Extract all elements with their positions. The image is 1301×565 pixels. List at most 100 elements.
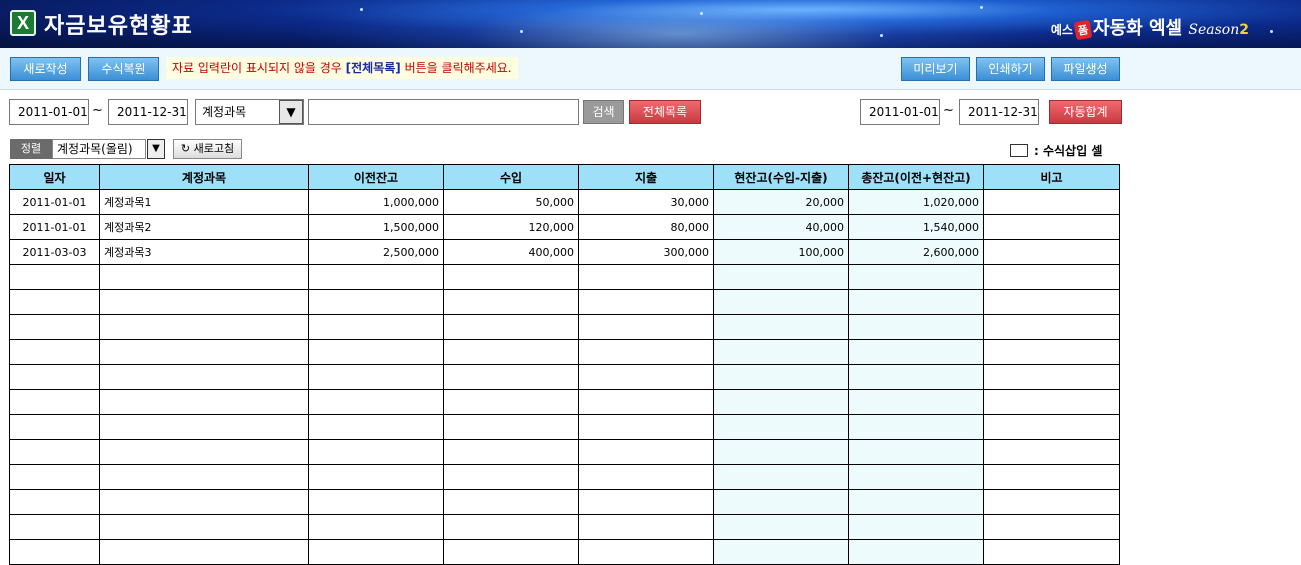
table-cell[interactable] (983, 364, 1120, 390)
search-input[interactable] (308, 99, 579, 125)
table-cell[interactable] (578, 264, 714, 290)
table-cell[interactable] (578, 389, 714, 415)
table-cell[interactable] (9, 464, 100, 490)
table-cell[interactable]: 계정과목2 (99, 214, 309, 240)
search-button[interactable]: 검색 (583, 100, 624, 124)
table-cell[interactable] (848, 289, 984, 315)
table-cell[interactable] (983, 314, 1120, 340)
table-cell[interactable] (848, 439, 984, 465)
table-cell[interactable] (713, 389, 849, 415)
table-cell[interactable]: 2011-03-03 (9, 239, 100, 265)
table-cell[interactable] (713, 514, 849, 540)
table-cell[interactable] (9, 539, 100, 565)
table-cell[interactable] (99, 339, 309, 365)
table-cell[interactable]: 2011-01-01 (9, 214, 100, 240)
date-from-field[interactable]: 2011-01-01 (9, 99, 89, 125)
table-cell[interactable] (443, 489, 579, 515)
table-cell[interactable] (848, 339, 984, 365)
auto-sum-button[interactable]: 자동합계 (1049, 100, 1122, 124)
table-cell[interactable] (578, 439, 714, 465)
table-cell[interactable] (308, 464, 444, 490)
table-cell[interactable]: 400,000 (443, 239, 579, 265)
table-cell[interactable]: 2011-01-01 (9, 189, 100, 215)
table-cell[interactable] (443, 314, 579, 340)
table-cell[interactable] (308, 414, 444, 440)
table-cell[interactable]: 120,000 (443, 214, 579, 240)
table-cell[interactable] (578, 489, 714, 515)
table-cell[interactable]: 50,000 (443, 189, 579, 215)
table-cell[interactable] (443, 389, 579, 415)
table-cell[interactable]: 2,500,000 (308, 239, 444, 265)
restore-formula-button[interactable]: 수식복원 (88, 57, 159, 81)
table-cell[interactable] (848, 264, 984, 290)
table-cell[interactable] (443, 539, 579, 565)
table-cell[interactable]: 계정과목3 (99, 239, 309, 265)
table-cell[interactable] (99, 414, 309, 440)
table-cell[interactable]: 1,020,000 (848, 189, 984, 215)
chevron-down-icon[interactable]: ▼ (147, 139, 165, 159)
table-cell[interactable] (713, 439, 849, 465)
table-cell[interactable] (578, 314, 714, 340)
table-cell[interactable] (443, 339, 579, 365)
table-cell[interactable] (713, 464, 849, 490)
table-cell[interactable] (848, 514, 984, 540)
table-cell[interactable]: 20,000 (713, 189, 849, 215)
refresh-button[interactable]: ↻ 새로고침 (173, 139, 242, 159)
table-cell[interactable] (308, 289, 444, 315)
table-cell[interactable] (99, 514, 309, 540)
table-cell[interactable] (983, 539, 1120, 565)
table-cell[interactable] (9, 389, 100, 415)
table-cell[interactable] (983, 339, 1120, 365)
table-cell[interactable] (578, 414, 714, 440)
table-cell[interactable] (713, 489, 849, 515)
table-cell[interactable] (308, 439, 444, 465)
table-cell[interactable] (99, 489, 309, 515)
table-cell[interactable] (983, 264, 1120, 290)
table-cell[interactable]: 계정과목1 (99, 189, 309, 215)
table-cell[interactable] (99, 289, 309, 315)
table-cell[interactable] (308, 489, 444, 515)
table-cell[interactable]: 2,600,000 (848, 239, 984, 265)
table-cell[interactable]: 30,000 (578, 189, 714, 215)
table-cell[interactable] (308, 539, 444, 565)
table-cell[interactable] (983, 514, 1120, 540)
table-cell[interactable] (983, 414, 1120, 440)
table-cell[interactable] (99, 439, 309, 465)
table-cell[interactable] (308, 364, 444, 390)
table-cell[interactable] (983, 389, 1120, 415)
table-cell[interactable] (713, 289, 849, 315)
table-cell[interactable] (443, 264, 579, 290)
table-cell[interactable] (848, 464, 984, 490)
all-list-button[interactable]: 전체목록 (629, 100, 701, 124)
sum-date-to-field[interactable]: 2011-12-31 (959, 99, 1039, 125)
table-cell[interactable] (713, 414, 849, 440)
table-cell[interactable] (578, 364, 714, 390)
table-cell[interactable] (848, 489, 984, 515)
table-cell[interactable]: 80,000 (578, 214, 714, 240)
table-cell[interactable] (99, 314, 309, 340)
table-cell[interactable] (308, 389, 444, 415)
table-cell[interactable] (443, 289, 579, 315)
table-cell[interactable] (578, 539, 714, 565)
table-cell[interactable] (578, 289, 714, 315)
table-cell[interactable] (848, 364, 984, 390)
table-cell[interactable] (443, 414, 579, 440)
table-cell[interactable] (713, 539, 849, 565)
table-cell[interactable] (9, 514, 100, 540)
table-cell[interactable] (9, 314, 100, 340)
table-cell[interactable]: 300,000 (578, 239, 714, 265)
table-cell[interactable] (308, 339, 444, 365)
table-cell[interactable] (9, 414, 100, 440)
table-cell[interactable] (9, 339, 100, 365)
table-cell[interactable]: 1,500,000 (308, 214, 444, 240)
table-cell[interactable] (713, 364, 849, 390)
table-cell[interactable] (578, 464, 714, 490)
table-cell[interactable] (578, 339, 714, 365)
table-cell[interactable] (983, 289, 1120, 315)
print-button[interactable]: 인쇄하기 (976, 57, 1045, 81)
table-cell[interactable]: 40,000 (713, 214, 849, 240)
table-cell[interactable] (443, 514, 579, 540)
file-create-button[interactable]: 파일생성 (1051, 57, 1120, 81)
table-cell[interactable] (99, 464, 309, 490)
sum-date-from-field[interactable]: 2011-01-01 (860, 99, 940, 125)
